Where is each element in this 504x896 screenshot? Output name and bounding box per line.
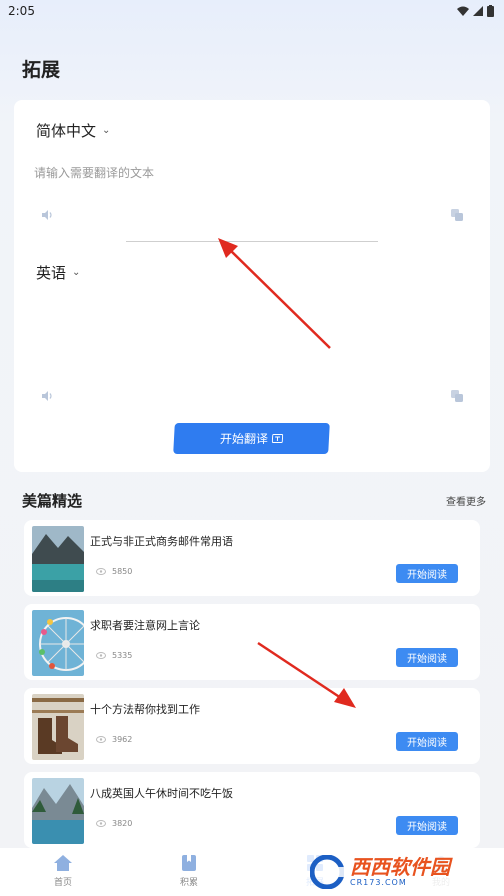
article-thumbnail-ferris-wheel bbox=[32, 610, 84, 676]
status-time: 2:05 bbox=[8, 4, 35, 18]
eye-icon bbox=[96, 652, 106, 659]
view-count-value: 3820 bbox=[112, 819, 133, 828]
article-title: 十个方法帮你找到工作 bbox=[90, 703, 200, 716]
nav-label-accumulate: 积累 bbox=[179, 878, 198, 888]
source-language-select[interactable]: 简体中文 ⌄ bbox=[36, 120, 110, 141]
article-card[interactable]: 八成英国人午休时间不吃午饭 3820 开始阅读 bbox=[24, 772, 480, 848]
speaker-icon[interactable] bbox=[40, 208, 54, 222]
translate-button-label: 开始翻译 bbox=[219, 432, 269, 446]
status-bar: 2:05 bbox=[0, 0, 504, 24]
start-reading-button[interactable]: 开始阅读 bbox=[396, 816, 458, 835]
eye-icon bbox=[96, 568, 106, 575]
status-icons bbox=[457, 5, 494, 17]
signal-icon bbox=[473, 6, 483, 16]
watermark-logo: 西西软件园 CR173.COM bbox=[304, 852, 498, 892]
article-thumbnail-mountains bbox=[32, 778, 84, 844]
article-title: 八成英国人午休时间不吃午饭 bbox=[90, 787, 233, 800]
divider bbox=[126, 241, 378, 242]
view-count: 5335 bbox=[96, 651, 132, 660]
article-card[interactable]: 正式与非正式商务邮件常用语 5850 开始阅读 bbox=[24, 520, 480, 596]
watermark-logo-icon bbox=[310, 855, 344, 889]
translate-icon bbox=[271, 433, 284, 443]
chevron-down-icon: ⌄ bbox=[72, 267, 81, 278]
chevron-down-icon: ⌄ bbox=[102, 125, 111, 136]
view-count: 3962 bbox=[96, 735, 132, 744]
watermark-subtext: CR173.COM bbox=[350, 878, 407, 887]
source-language-label: 简体中文 bbox=[36, 122, 97, 140]
bookmark-icon bbox=[182, 855, 196, 871]
view-count: 3820 bbox=[96, 819, 132, 828]
article-card[interactable]: 求职者要注意网上言论 5335 开始阅读 bbox=[24, 604, 480, 680]
view-count-value: 5335 bbox=[112, 651, 133, 660]
article-card[interactable]: 十个方法帮你找到工作 3962 开始阅读 bbox=[24, 688, 480, 764]
home-icon bbox=[54, 855, 72, 871]
view-count-value: 3962 bbox=[112, 735, 133, 744]
article-title: 求职者要注意网上言论 bbox=[90, 619, 200, 632]
featured-section-title: 美篇精选 bbox=[22, 492, 83, 510]
eye-icon bbox=[96, 820, 106, 827]
battery-icon bbox=[487, 5, 494, 17]
see-more-link[interactable]: 查看更多 bbox=[446, 493, 486, 508]
source-text-input[interactable] bbox=[34, 158, 454, 188]
article-thumbnail-boots bbox=[32, 694, 84, 760]
translate-card: 简体中文 ⌄ 英语 ⌄ 开始翻译 bbox=[14, 100, 490, 472]
view-count: 5850 bbox=[96, 567, 132, 576]
eye-icon bbox=[96, 736, 106, 743]
target-language-select[interactable]: 英语 ⌄ bbox=[36, 262, 80, 283]
article-title: 正式与非正式商务邮件常用语 bbox=[90, 535, 233, 548]
copy-icon[interactable] bbox=[450, 389, 464, 403]
start-reading-button[interactable]: 开始阅读 bbox=[396, 732, 458, 751]
page-title: 拓展 bbox=[22, 59, 61, 81]
article-thumbnail-lake bbox=[32, 526, 84, 592]
start-reading-button[interactable]: 开始阅读 bbox=[396, 648, 458, 667]
target-language-label: 英语 bbox=[36, 264, 67, 282]
nav-label-home: 首页 bbox=[53, 878, 72, 888]
nav-item-accumulate[interactable]: 积累 bbox=[126, 848, 252, 896]
translate-button[interactable]: 开始翻译 bbox=[173, 423, 330, 454]
copy-icon[interactable] bbox=[450, 208, 464, 222]
view-count-value: 5850 bbox=[112, 567, 133, 576]
nav-item-home[interactable]: 首页 bbox=[0, 848, 126, 896]
watermark-text: 西西软件园 bbox=[350, 855, 450, 879]
start-reading-button[interactable]: 开始阅读 bbox=[396, 564, 458, 583]
wifi-icon bbox=[457, 6, 469, 16]
speaker-icon[interactable] bbox=[40, 389, 54, 403]
